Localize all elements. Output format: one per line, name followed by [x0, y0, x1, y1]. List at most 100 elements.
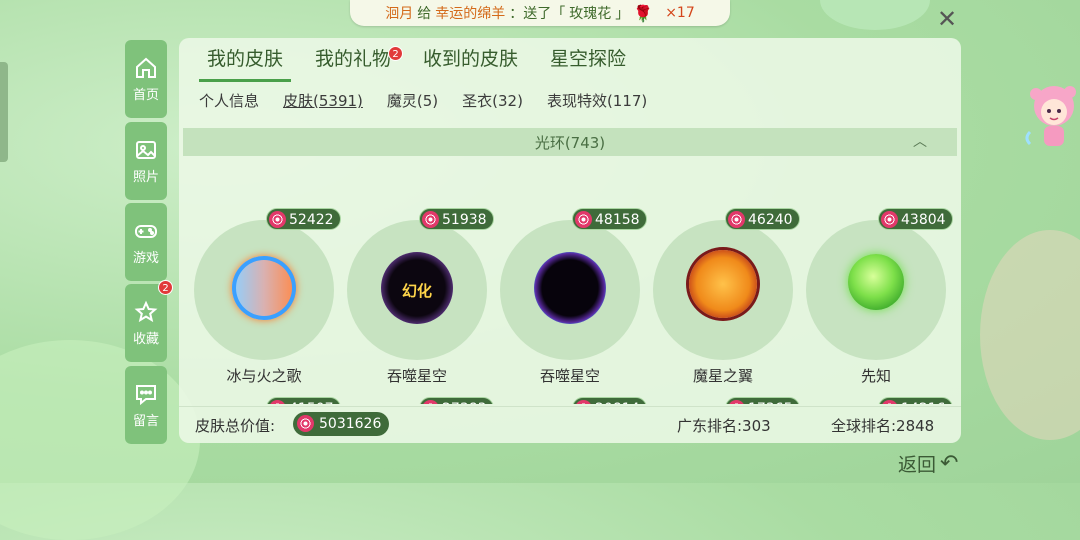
- total-value-badge: 5031626: [293, 412, 390, 436]
- candy-icon: [575, 211, 592, 228]
- candy-icon: [575, 400, 592, 404]
- price-badge: 51938: [419, 208, 494, 230]
- banner-action: ：送了「: [509, 6, 566, 22]
- price-value: 14216: [901, 401, 946, 404]
- banner-sender: 洄月: [385, 6, 414, 22]
- global-rank: 全球排名:2848: [831, 417, 935, 435]
- price-value: 27383: [442, 401, 487, 404]
- skin-item[interactable]: 52422 冰与火之歌: [194, 208, 341, 385]
- edge-drawer-handle[interactable]: [0, 62, 8, 162]
- chevron-up-icon[interactable]: ︿: [913, 131, 927, 151]
- banner-connector: 给: [417, 6, 432, 22]
- main-tabs: 我的皮肤 我的礼物 2 收到的皮肤 星空探险: [199, 46, 650, 82]
- skin-item[interactable]: 20814: [500, 397, 647, 404]
- skin-name: 吞噬星空: [386, 367, 447, 385]
- skins-panel: 我的皮肤 我的礼物 2 收到的皮肤 星空探险 个人信息 皮肤(5391) 魔灵(…: [179, 38, 961, 443]
- tab-my-skins[interactable]: 我的皮肤: [199, 46, 292, 82]
- price-value: 46240: [748, 212, 793, 228]
- section-title: 光环(743): [534, 133, 606, 152]
- sidebar-item-messages[interactable]: 留言: [125, 366, 167, 444]
- gift-announcement-banner: 洄月 给 幸运的绵羊 ：送了「 玫瑰花 」 🌹 ×17: [350, 0, 730, 26]
- candy-icon: [881, 211, 898, 228]
- message-icon: [136, 384, 156, 405]
- mascot-character-icon: [1025, 86, 1076, 146]
- total-value-label: 皮肤总价值:: [195, 417, 276, 435]
- subtab-armor[interactable]: 圣衣(32): [462, 90, 523, 111]
- sidebar-item-label: 留言: [132, 413, 159, 429]
- candy-icon: [728, 400, 745, 404]
- candy-icon: [269, 400, 286, 404]
- price-value: 41507: [289, 401, 334, 404]
- subtab-skins[interactable]: 皮肤(5391): [283, 90, 363, 111]
- price-badge: 27383: [419, 397, 494, 404]
- sidebar-item-label: 游戏: [132, 250, 159, 266]
- skin-item[interactable]: 46240 魔星之翼: [653, 208, 800, 385]
- skin-item[interactable]: 14216: [806, 397, 953, 404]
- banner-gift: 玫瑰花: [569, 6, 612, 22]
- skin-item[interactable]: 幻化 51938 吞噬星空: [347, 208, 494, 385]
- sidebar-item-home[interactable]: 首页: [125, 40, 167, 118]
- candy-icon: [297, 415, 314, 432]
- sidebar-item-photos[interactable]: 照片: [125, 122, 167, 200]
- price-badge: 17365: [725, 397, 800, 404]
- subtab-spirits[interactable]: 魔灵(5): [387, 90, 438, 111]
- banner-count: ×17: [665, 5, 695, 21]
- favorites-badge: 2: [158, 280, 173, 295]
- price-value: 51938: [442, 212, 487, 228]
- skin-name: 魔星之翼: [692, 367, 753, 385]
- tab-starry-adventure[interactable]: 星空探险: [542, 46, 634, 82]
- sidebar-item-games[interactable]: 游戏: [125, 203, 167, 281]
- skin-item[interactable]: 43804 先知: [806, 208, 953, 385]
- price-value: 20814: [595, 401, 640, 404]
- skin-name: 先知: [860, 367, 891, 385]
- back-label: 返回: [898, 454, 937, 476]
- price-badge: 20814: [572, 397, 647, 404]
- price-value: 52422: [289, 212, 334, 228]
- candy-icon: [422, 400, 439, 404]
- section-header-halo[interactable]: 光环(743) ︿: [183, 128, 957, 156]
- prophet-halo-icon: [848, 254, 904, 310]
- price-value: 48158: [595, 212, 640, 228]
- rose-icon: 🌹: [633, 3, 654, 23]
- banner-receiver: 幸运的绵羊: [435, 6, 506, 22]
- sidebar-item-favorites[interactable]: 收藏 2: [125, 280, 173, 362]
- star-icon: [134, 300, 158, 322]
- tab-label: 我的礼物: [315, 48, 392, 70]
- subtab-effects[interactable]: 表现特效(117): [547, 90, 647, 111]
- price-badge: 46240: [725, 208, 800, 230]
- price-badge: 52422: [266, 208, 341, 230]
- demon-wing-halo-icon: [689, 250, 757, 318]
- skin-item[interactable]: 27383: [347, 397, 494, 404]
- photo-icon: [136, 140, 156, 159]
- subtab-personal-info[interactable]: 个人信息: [199, 90, 259, 111]
- candy-icon: [881, 400, 898, 404]
- gamepad-icon: [135, 224, 157, 238]
- close-icon[interactable]: ✕: [934, 6, 960, 32]
- regional-rank: 广东排名:303: [677, 417, 771, 435]
- sidebar-item-label: 照片: [132, 169, 159, 185]
- banner-close-quote: 」: [615, 6, 630, 22]
- candy-icon: [269, 211, 286, 228]
- candy-icon: [728, 211, 745, 228]
- candy-icon: [422, 211, 439, 228]
- sub-tabs: 个人信息 皮肤(5391) 魔灵(5) 圣衣(32) 表现特效(117): [199, 90, 671, 111]
- skin-name: 冰与火之歌: [226, 367, 302, 385]
- price-badge: 41507: [266, 397, 341, 404]
- price-value: 43804: [901, 212, 946, 228]
- tab-received-skins[interactable]: 收到的皮肤: [415, 46, 526, 82]
- price-badge: 43804: [878, 208, 953, 230]
- panel-footer: 皮肤总价值: 5031626 广东排名:303 全球排名:2848: [179, 406, 961, 443]
- price-badge: 48158: [572, 208, 647, 230]
- skin-item[interactable]: 41507: [194, 397, 341, 404]
- tab-my-gifts[interactable]: 我的礼物 2: [307, 46, 404, 82]
- fire-ice-halo-icon: [232, 256, 296, 320]
- skin-item[interactable]: 17365: [653, 397, 800, 404]
- sidebar-item-label: 收藏: [132, 331, 159, 347]
- skin-item[interactable]: 48158 吞噬星空: [500, 208, 647, 385]
- black-hole-halo-icon: [534, 252, 606, 324]
- skin-grid: 52422 冰与火之歌 幻化 51938 吞噬星空 48158 吞噬星空 462…: [183, 160, 957, 404]
- back-button[interactable]: 返回 ↶: [898, 450, 958, 477]
- art-label: 幻化: [401, 282, 432, 300]
- price-badge: 14216: [878, 397, 953, 404]
- back-arrow-icon: ↶: [940, 451, 959, 476]
